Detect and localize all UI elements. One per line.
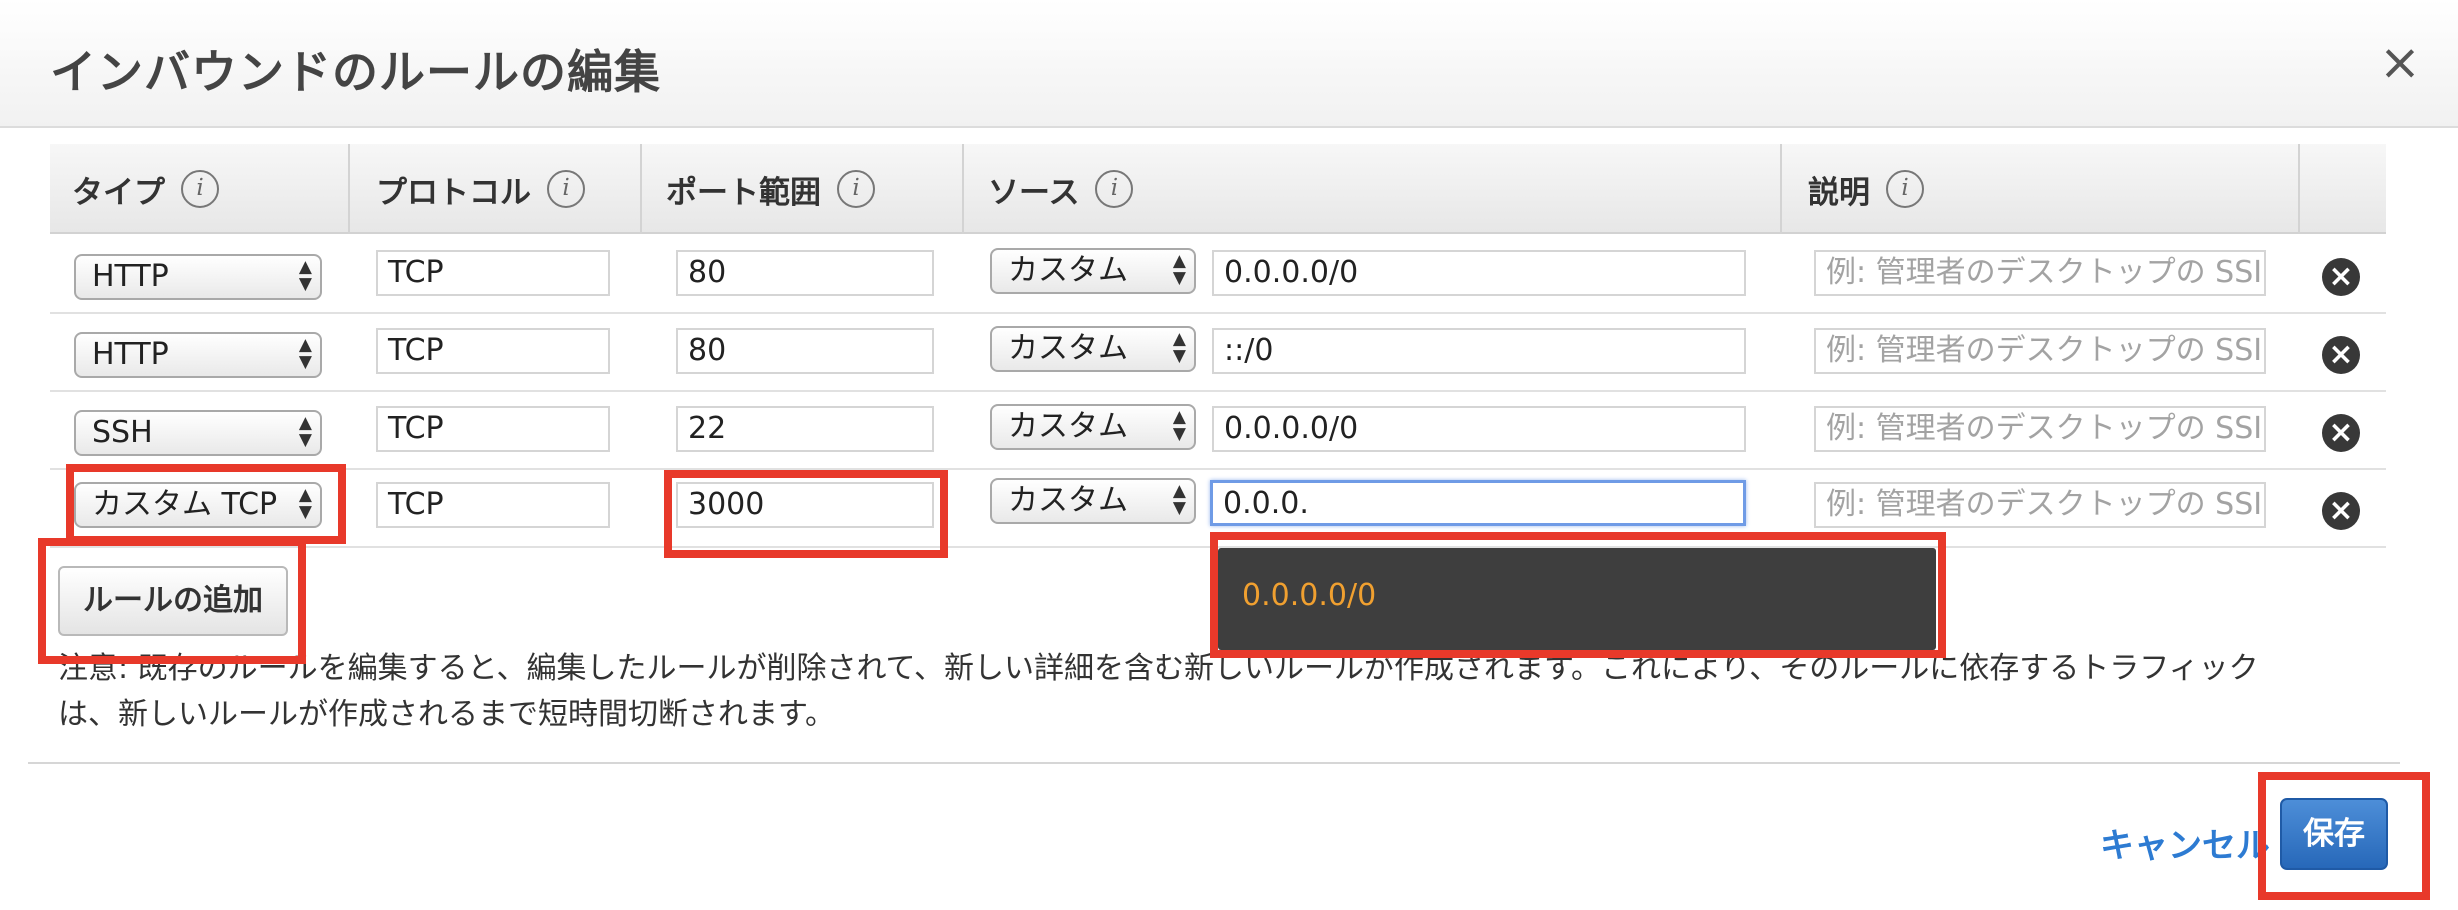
column-divider	[2298, 144, 2300, 234]
info-icon[interactable]: i	[181, 170, 219, 208]
select-arrows-icon: ▲ ▼	[1172, 251, 1186, 288]
source-input[interactable]: 0.0.0.0/0	[1212, 406, 1746, 452]
source-type-select[interactable]: カスタム ▲ ▼	[990, 478, 1196, 524]
column-header-label: ソース	[988, 174, 1080, 211]
edit-warning-note: 注意: 既存のルールを編集すると、編集したルールが削除されて、新しい詳細を含む新…	[58, 651, 2259, 732]
description-input[interactable]: 例: 管理者のデスクトップの SSI	[1814, 482, 2266, 528]
column-divider	[348, 144, 350, 234]
column-divider	[1780, 144, 1782, 234]
type-select-value: HTTP	[92, 259, 169, 294]
type-select[interactable]: SSH ▲ ▼	[74, 410, 322, 456]
column-divider	[640, 144, 642, 234]
footer-divider	[28, 762, 2400, 764]
type-select[interactable]: HTTP ▲ ▼	[74, 332, 322, 378]
table-row: HTTP ▲ ▼ TCP 80 カスタム ▲ ▼ ::/0 例: 管理者のデスクトッ…	[50, 314, 2386, 392]
rules-table-header: タイプ i プロトコル i ポート範囲 i ソース i 説明 i	[50, 144, 2386, 234]
port-range-input[interactable]: 3000	[676, 482, 934, 528]
table-row: SSH ▲ ▼ TCP 22 カスタム ▲ ▼ 0.0.0.0/0 例: 管理者のデ…	[50, 392, 2386, 470]
description-input[interactable]: 例: 管理者のデスクトップの SSI	[1814, 328, 2266, 374]
table-row: HTTP ▲ ▼ TCP 80 カスタム ▲ ▼ 0.0.0.0/0 例: 管理者の…	[50, 236, 2386, 314]
add-rule-button[interactable]: ルールの追加	[58, 566, 288, 636]
column-header-type: タイプ i	[72, 144, 219, 234]
select-arrows-icon: ▲ ▼	[298, 335, 312, 372]
type-select[interactable]: カスタム TCP ▲ ▼	[74, 482, 322, 528]
info-icon[interactable]: i	[1095, 170, 1134, 208]
protocol-field: TCP	[376, 482, 610, 528]
type-select[interactable]: HTTP ▲ ▼	[74, 254, 322, 300]
port-range-input[interactable]: 80	[676, 250, 934, 296]
info-icon[interactable]: i	[837, 170, 875, 208]
column-header-label: 説明	[1808, 174, 1870, 211]
select-arrows-icon: ▲ ▼	[1172, 329, 1186, 366]
column-header-source: ソース i	[988, 144, 1134, 234]
dialog-header: インバウンドのルールの編集 ×	[0, 0, 2458, 128]
remove-rule-icon[interactable]: ×	[2322, 414, 2360, 452]
info-icon[interactable]: i	[547, 170, 585, 208]
dialog-title: インバウンドのルールの編集	[50, 45, 661, 99]
protocol-field: TCP	[376, 328, 610, 374]
source-type-select[interactable]: カスタム ▲ ▼	[990, 248, 1196, 294]
column-header-label: ポート範囲	[666, 174, 821, 211]
column-header-description: 説明 i	[1808, 144, 1924, 234]
remove-rule-icon[interactable]: ×	[2322, 492, 2360, 530]
source-type-select-value: カスタム	[1008, 483, 1128, 518]
select-arrows-icon: ▲ ▼	[298, 257, 312, 294]
description-input[interactable]: 例: 管理者のデスクトップの SSI	[1814, 406, 2266, 452]
cancel-button[interactable]: キャンセル	[2100, 818, 2270, 867]
source-input[interactable]: ::/0	[1212, 328, 1746, 374]
select-arrows-icon: ▲ ▼	[1172, 407, 1186, 444]
column-header-label: タイプ	[72, 174, 165, 211]
protocol-field: TCP	[376, 406, 610, 452]
info-icon[interactable]: i	[1886, 170, 1924, 208]
source-type-select[interactable]: カスタム ▲ ▼	[990, 326, 1196, 372]
close-icon[interactable]: ×	[2378, 37, 2422, 87]
remove-rule-icon[interactable]: ×	[2322, 336, 2360, 374]
column-header-port-range: ポート範囲 i	[666, 144, 875, 234]
source-type-select-value: カスタム	[1008, 253, 1128, 288]
type-select-value: HTTP	[92, 337, 169, 372]
save-button[interactable]: 保存	[2280, 798, 2388, 870]
protocol-field: TCP	[376, 250, 610, 296]
port-range-input[interactable]: 80	[676, 328, 934, 374]
source-type-select[interactable]: カスタム ▲ ▼	[990, 404, 1196, 450]
port-range-input[interactable]: 22	[676, 406, 934, 452]
type-select-value: SSH	[92, 415, 153, 450]
column-header-label: プロトコル	[376, 174, 531, 211]
autocomplete-option[interactable]: 0.0.0.0/0	[1242, 578, 1376, 613]
column-header-protocol: プロトコル i	[376, 144, 585, 234]
select-arrows-icon: ▲ ▼	[298, 413, 312, 450]
type-select-value: カスタム TCP	[92, 487, 278, 522]
select-arrows-icon: ▲ ▼	[1172, 481, 1186, 518]
description-input[interactable]: 例: 管理者のデスクトップの SSI	[1814, 250, 2266, 296]
source-input[interactable]: 0.0.0.	[1210, 480, 1746, 526]
table-row: カスタム TCP ▲ ▼ TCP 3000 カスタム ▲ ▼ 0.0.0. 例: 管…	[50, 470, 2386, 548]
source-type-select-value: カスタム	[1008, 331, 1128, 366]
source-input[interactable]: 0.0.0.0/0	[1212, 250, 1746, 296]
source-type-select-value: カスタム	[1008, 409, 1128, 444]
column-divider	[962, 144, 964, 234]
remove-rule-icon[interactable]: ×	[2322, 258, 2360, 296]
select-arrows-icon: ▲ ▼	[298, 485, 312, 522]
autocomplete-dropdown: 0.0.0.0/0	[1218, 548, 1936, 650]
